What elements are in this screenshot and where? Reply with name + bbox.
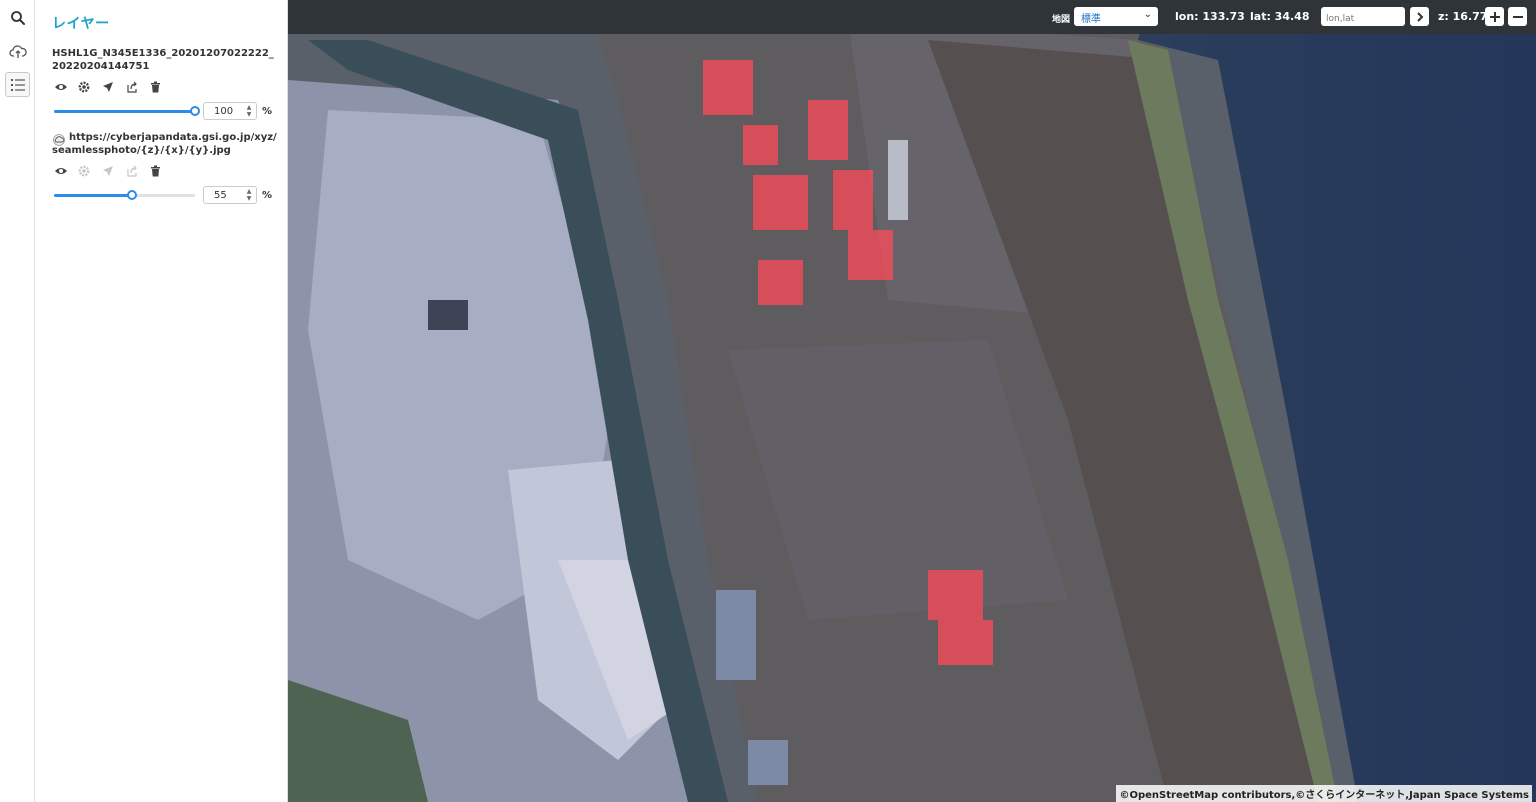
visibility-toggle[interactable]: [54, 79, 78, 95]
opacity-slider[interactable]: [54, 105, 200, 117]
map-attribution[interactable]: ©OpenStreetMap contributors,©さくらインターネット,…: [1116, 785, 1532, 802]
zoom-to-layer-button[interactable]: [102, 79, 126, 95]
opacity-input[interactable]: 100 ▲ ▼: [203, 102, 257, 120]
basemap-value: 標準: [1081, 14, 1101, 25]
slider-knob[interactable]: [190, 106, 200, 116]
chevron-down-icon: ⌄: [1143, 9, 1152, 20]
export-layer-button[interactable]: [126, 79, 150, 95]
upload-button[interactable]: [5, 38, 30, 63]
layer-settings-button: [78, 163, 102, 179]
map-canvas[interactable]: [288, 0, 1536, 802]
plus-icon: [1489, 11, 1500, 22]
locate-arrow-icon: [103, 166, 113, 176]
icon-rail: [0, 0, 35, 802]
basemap-select[interactable]: 標準 ⌄: [1074, 7, 1158, 26]
coordinate-input[interactable]: [1321, 7, 1405, 26]
search-icon: [10, 10, 25, 25]
latitude-readout: lat: 34.48: [1250, 10, 1310, 23]
longitude-readout: lon: 133.73: [1175, 10, 1245, 23]
search-button[interactable]: [5, 5, 30, 30]
slider-knob[interactable]: [126, 190, 137, 200]
opacity-unit: %: [262, 106, 273, 117]
layer-panel: レイヤー HSHL1G_N345E1336_20201207022222_202…: [35, 0, 288, 802]
spin-up-icon: ▲: [246, 188, 252, 195]
slider-fill: [54, 194, 132, 197]
spin-up-icon: ▲: [246, 104, 252, 111]
opacity-value: 55: [214, 189, 227, 201]
satellite-imagery: [288, 0, 1536, 802]
minus-icon: [1512, 15, 1523, 18]
layer-settings-button[interactable]: [78, 79, 102, 95]
go-to-coordinate-button[interactable]: [1410, 7, 1429, 26]
gear-icon: [78, 165, 90, 177]
eye-icon: [55, 84, 67, 90]
basemap-label: 地図: [1052, 15, 1071, 25]
eye-icon: [55, 168, 67, 174]
delete-layer-button[interactable]: [150, 79, 174, 95]
cloud-upload-icon: [8, 44, 27, 58]
layer-tools: [54, 163, 174, 179]
trash-icon: [151, 165, 160, 177]
locate-arrow-icon: [103, 82, 113, 92]
layers-button[interactable]: [5, 72, 30, 97]
opacity-spinner[interactable]: ▲ ▼: [245, 103, 253, 119]
opacity-input[interactable]: 55 ▲ ▼: [203, 186, 257, 204]
layer-tools: [54, 79, 174, 95]
map-toolbar: 地図 標準 ⌄ lon: 133.73 lat: 34.48 z: 16.77: [288, 0, 1536, 34]
panel-title: レイヤー: [52, 16, 110, 32]
chevron-right-icon: [1416, 11, 1423, 22]
layer-list-icon: [10, 78, 25, 91]
layer-name: https://cyberjapandata.gsi.go.jp/xyz/sea…: [52, 132, 277, 156]
opacity-unit: %: [262, 190, 273, 201]
slider-fill: [54, 110, 195, 113]
gear-icon: [78, 81, 90, 93]
layer-name: HSHL1G_N345E1336_20201207022222_20220204…: [52, 48, 274, 72]
zoom-in-button[interactable]: [1485, 7, 1504, 26]
opacity-spinner[interactable]: ▲ ▼: [245, 187, 253, 203]
export-icon: [127, 81, 137, 93]
opacity-slider[interactable]: [54, 189, 195, 201]
delete-layer-button[interactable]: [150, 163, 174, 179]
spin-down-icon: ▼: [246, 111, 252, 118]
visibility-toggle[interactable]: [54, 163, 78, 179]
export-icon: [127, 165, 137, 177]
opacity-value: 100: [214, 105, 234, 117]
zoom-readout: z: 16.77: [1438, 10, 1488, 23]
spin-down-icon: ▼: [246, 195, 252, 202]
zoom-out-button[interactable]: [1508, 7, 1527, 26]
export-layer-button: [126, 163, 150, 179]
trash-icon: [151, 81, 160, 93]
zoom-to-layer-button: [102, 163, 126, 179]
